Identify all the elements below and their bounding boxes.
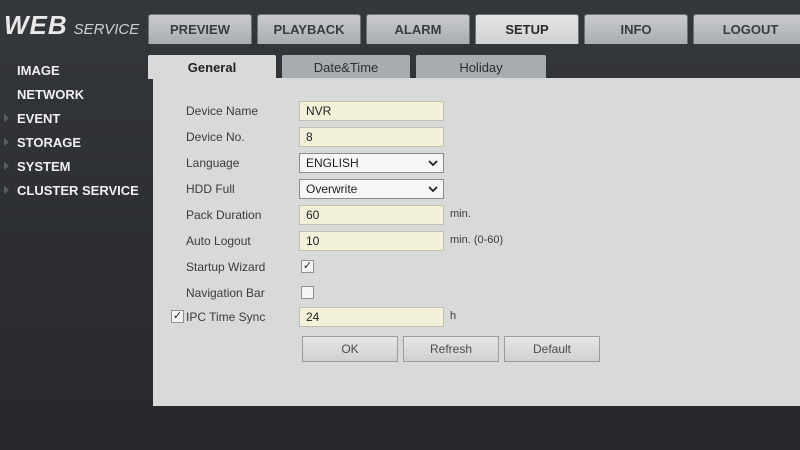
tab-setup[interactable]: SETUP [475, 14, 579, 44]
sidebar-item-label: SYSTEM [17, 158, 71, 174]
expand-arrow-icon [4, 162, 9, 170]
sidebar: IMAGE NETWORK EVENT STORAGE SYSTEM CLUST… [0, 58, 145, 202]
expand-arrow-icon [4, 186, 9, 194]
startup-wizard-label: Startup Wizard [186, 260, 266, 274]
sidebar-item-storage[interactable]: STORAGE [0, 130, 145, 154]
tab-info[interactable]: INFO [584, 14, 688, 44]
sidebar-item-label: STORAGE [17, 134, 82, 150]
tab-alarm[interactable]: ALARM [366, 14, 470, 44]
ipc-time-sync-row: ✓ IPC Time Sync 24 h [153, 307, 800, 327]
sidebar-item-event[interactable]: EVENT [0, 106, 145, 130]
general-settings-panel: Device Name NVR Device No. 8 Language EN… [153, 78, 800, 406]
logo: WEB SERVICE [4, 10, 139, 41]
ipc-time-sync-label: IPC Time Sync [186, 310, 266, 324]
startup-wizard-checkbox[interactable]: ✓ [301, 260, 314, 273]
device-name-input[interactable]: NVR [299, 101, 444, 121]
refresh-button[interactable]: Refresh [403, 336, 499, 362]
chevron-down-icon [428, 160, 438, 167]
ipc-time-sync-unit: h [450, 310, 457, 322]
ok-button[interactable]: OK [302, 336, 398, 362]
pack-duration-unit: min. [450, 208, 471, 220]
tab-general[interactable]: General [148, 55, 276, 79]
tab-preview[interactable]: PREVIEW [148, 14, 252, 44]
tab-date-time[interactable]: Date&Time [282, 55, 410, 79]
expand-arrow-icon [4, 114, 9, 122]
ipc-time-sync-input[interactable]: 24 [299, 307, 444, 327]
language-row: Language ENGLISH [153, 153, 800, 173]
logo-word-web: WEB [4, 10, 68, 40]
pack-duration-row: Pack Duration 60 min. [153, 205, 800, 225]
sidebar-item-system[interactable]: SYSTEM [0, 154, 145, 178]
language-select[interactable]: ENGLISH [299, 153, 444, 173]
sidebar-item-network[interactable]: NETWORK [0, 82, 145, 106]
tab-logout[interactable]: LOGOUT [693, 14, 800, 44]
auto-logout-label: Auto Logout [186, 234, 251, 248]
tab-holiday[interactable]: Holiday [416, 55, 546, 79]
web-service-window: WEB SERVICE PREVIEW PLAYBACK ALARM SETUP … [0, 0, 800, 450]
device-name-label: Device Name [186, 104, 259, 118]
device-no-input[interactable]: 8 [299, 127, 444, 147]
hdd-full-row: HDD Full Overwrite [153, 179, 800, 199]
language-value: ENGLISH [306, 156, 359, 170]
ipc-time-sync-checkbox[interactable]: ✓ [171, 310, 184, 323]
sidebar-item-label: NETWORK [17, 86, 85, 102]
device-no-row: Device No. 8 [153, 127, 800, 147]
sidebar-item-label: CLUSTER SERVICE [17, 182, 139, 198]
startup-wizard-row: Startup Wizard ✓ [153, 257, 800, 277]
sidebar-item-image[interactable]: IMAGE [0, 58, 145, 82]
device-no-label: Device No. [186, 130, 245, 144]
top-navigation: PREVIEW PLAYBACK ALARM SETUP INFO LOGOUT [148, 14, 800, 44]
sidebar-item-label: EVENT [17, 110, 61, 126]
sidebar-item-label: IMAGE [17, 62, 60, 78]
pack-duration-input[interactable]: 60 [299, 205, 444, 225]
expand-arrow-icon [4, 138, 9, 146]
auto-logout-unit: min. (0-60) [450, 234, 504, 246]
auto-logout-input[interactable]: 10 [299, 231, 444, 251]
sidebar-item-cluster-service[interactable]: CLUSTER SERVICE [0, 178, 145, 202]
hdd-full-value: Overwrite [306, 182, 358, 196]
logo-word-service: SERVICE [73, 21, 140, 38]
chevron-down-icon [428, 186, 438, 193]
navigation-bar-row: Navigation Bar [153, 283, 800, 303]
auto-logout-row: Auto Logout 10 min. (0-60) [153, 231, 800, 251]
hdd-full-label: HDD Full [186, 182, 235, 196]
pack-duration-label: Pack Duration [186, 208, 262, 222]
hdd-full-select[interactable]: Overwrite [299, 179, 444, 199]
navigation-bar-checkbox[interactable] [301, 286, 314, 299]
language-label: Language [186, 156, 240, 170]
default-button[interactable]: Default [504, 336, 600, 362]
tab-playback[interactable]: PLAYBACK [257, 14, 361, 44]
device-name-row: Device Name NVR [153, 101, 800, 121]
navigation-bar-label: Navigation Bar [186, 286, 265, 300]
